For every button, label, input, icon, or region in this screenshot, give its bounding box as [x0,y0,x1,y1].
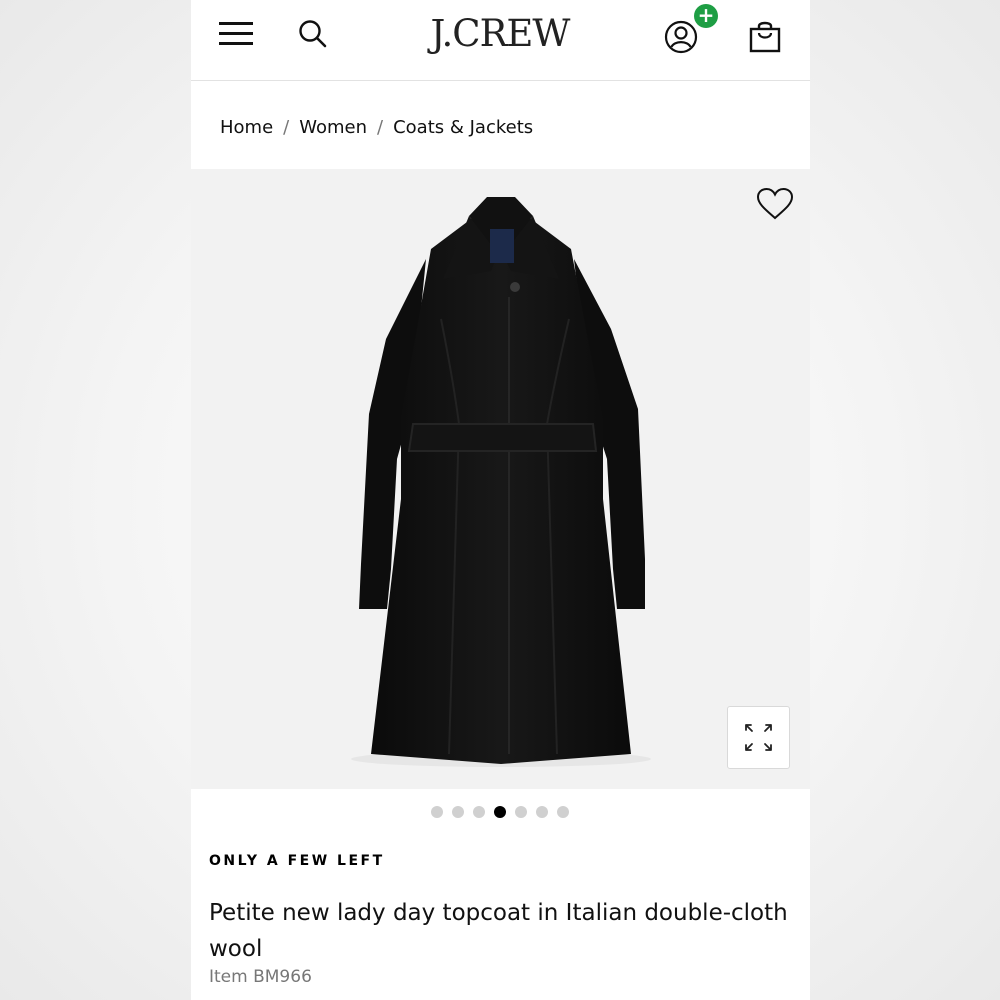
plus-badge[interactable]: + [694,4,718,28]
breadcrumb: Home / Women / Coats & Jackets [220,114,533,140]
heart-icon[interactable] [756,187,794,221]
carousel-dots [431,806,569,818]
breadcrumb-separator: / [283,116,290,138]
carousel-dot[interactable] [473,806,485,818]
product-page: J.CREW + Home / Women / Coats & Jackets [191,0,810,1000]
coat-illustration [351,197,651,767]
carousel-dot[interactable] [452,806,464,818]
carousel-dot[interactable] [557,806,569,818]
item-number: Item BM966 [209,967,312,987]
breadcrumb-women[interactable]: Women [299,117,367,138]
stock-status: ONLY A FEW LEFT [209,853,385,869]
search-icon[interactable] [297,18,329,50]
expand-image-button[interactable] [727,706,790,769]
account-icon[interactable] [663,19,699,55]
product-image[interactable] [191,169,810,789]
jcrew-logo[interactable]: J.CREW [420,12,580,56]
carousel-dot[interactable] [515,806,527,818]
carousel-dot[interactable] [536,806,548,818]
bag-icon[interactable] [748,18,782,54]
product-title: Petite new lady day topcoat in Italian d… [209,900,788,962]
breadcrumb-separator: / [377,116,384,138]
menu-icon[interactable] [219,22,253,46]
breadcrumb-home[interactable]: Home [220,117,273,138]
breadcrumb-coats-jackets[interactable]: Coats & Jackets [393,117,533,138]
expand-icon [745,724,772,751]
carousel-dot[interactable] [494,806,506,818]
carousel-dot[interactable] [431,806,443,818]
site-header: J.CREW + [191,0,810,81]
